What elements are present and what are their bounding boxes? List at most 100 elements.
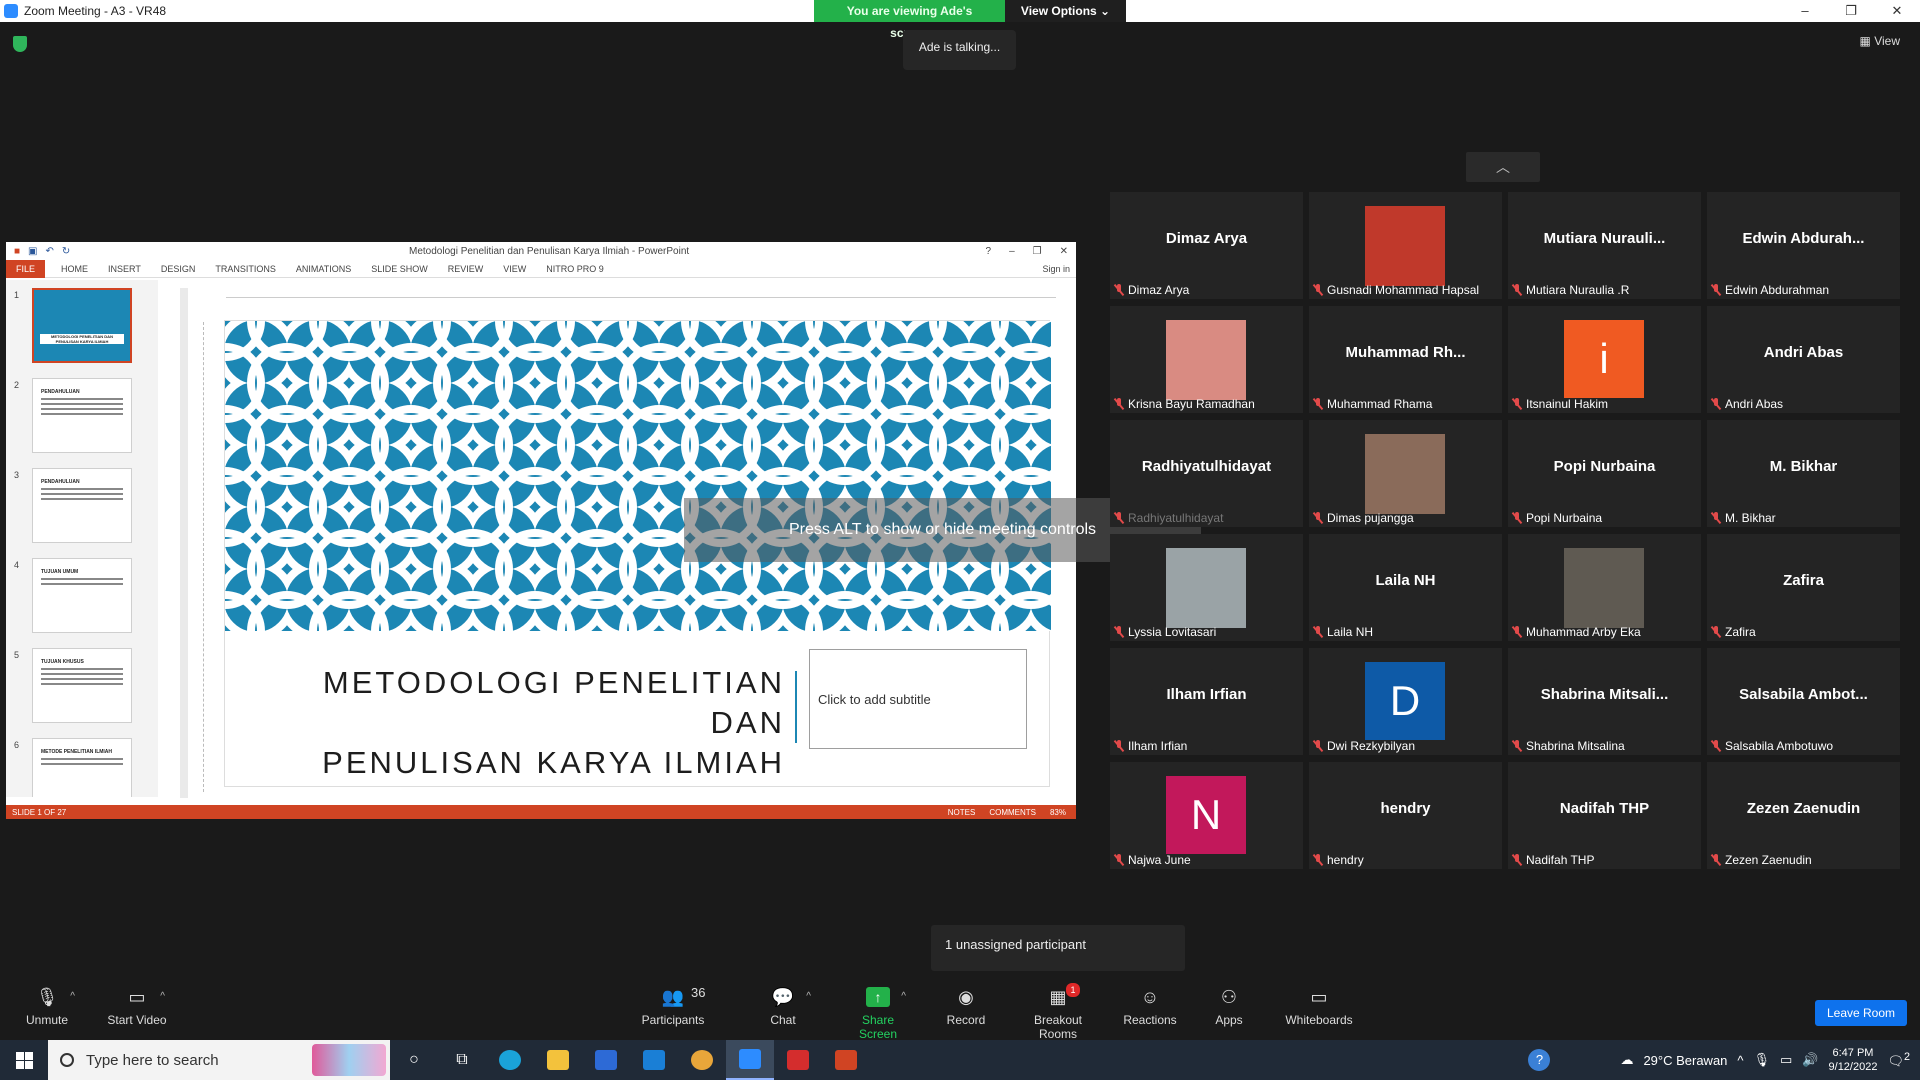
muted-microphone-icon	[1711, 854, 1721, 866]
help-icon[interactable]: ?	[1528, 1049, 1551, 1071]
notification-icon[interactable]: 🗨2	[1887, 1051, 1910, 1069]
participant-tile[interactable]: Ilham Irfian Ilham Irfian	[1110, 648, 1303, 755]
network-icon[interactable]: ▭	[1780, 1052, 1792, 1068]
security-shield-icon[interactable]	[13, 36, 27, 52]
participant-tile[interactable]: Lyssia Lovitasari	[1110, 534, 1303, 641]
participant-tile[interactable]: Andri Abas Andri Abas	[1707, 306, 1900, 413]
task-view-icon[interactable]: ⧉	[438, 1040, 486, 1080]
participant-name-label: Andri Abas	[1711, 397, 1783, 411]
apps-button[interactable]: ⚇ Apps	[1214, 987, 1244, 1027]
muted-microphone-icon	[1313, 854, 1323, 866]
start-video-button[interactable]: ▭ ^ Start Video	[106, 987, 168, 1027]
minimize-button[interactable]: –	[1782, 0, 1828, 22]
chat-button[interactable]: 💬 ^ Chat	[768, 987, 811, 1027]
ppt-window-title: Metodologi Penelitian dan Penulisan Kary…	[409, 245, 690, 257]
participant-tile[interactable]: Dimaz Arya Dimaz Arya	[1110, 192, 1303, 299]
thumbnail-number: 1	[14, 290, 20, 300]
collapse-gallery-button[interactable]: ︿	[1466, 152, 1540, 182]
participant-tile[interactable]: Edwin Abdurah... Edwin Abdurahman	[1707, 192, 1900, 299]
participant-tile[interactable]: Mutiara Nurauli... Mutiara Nuraulia .R	[1508, 192, 1701, 299]
participant-name: Itsnainul Hakim	[1526, 397, 1609, 411]
edge-icon[interactable]	[486, 1040, 534, 1080]
participant-name: Zezen Zaenudin	[1725, 853, 1812, 867]
close-button[interactable]: ✕	[1874, 0, 1920, 22]
volume-icon[interactable]: 🔊	[1802, 1052, 1818, 1068]
participant-tile[interactable]: Zafira Zafira	[1707, 534, 1900, 641]
participant-name-label: Ilham Irfian	[1114, 739, 1187, 753]
weather-icon: ☁	[1620, 1052, 1634, 1067]
record-button[interactable]: ◉ Record	[946, 987, 986, 1027]
participant-name-label: Lyssia Lovitasari	[1114, 625, 1216, 639]
participant-tile[interactable]: N Najwa June	[1110, 762, 1303, 869]
reactions-button[interactable]: ☺ Reactions	[1122, 987, 1178, 1027]
participant-name: Najwa June	[1128, 853, 1191, 867]
participant-tile[interactable]: Muhammad Arby Eka	[1508, 534, 1701, 641]
thumbnail-heading: TUJUAN UMUM	[41, 569, 79, 575]
participant-display-name: Zezen Zaenudin	[1746, 800, 1861, 817]
participant-display-name: Nadifah THP	[1559, 800, 1650, 817]
thumbnail-heading: METODOLOGI PENELITIAN DAN PENULISAN KARY…	[40, 334, 124, 344]
microsoft-store-icon[interactable]	[582, 1040, 630, 1080]
powerpoint-icon[interactable]	[822, 1040, 870, 1080]
participant-tile[interactable]: Radhiyatulhidayat Radhiyatulhidayat	[1110, 420, 1303, 527]
participant-name: Salsabila Ambotuwo	[1725, 739, 1834, 753]
participant-tile[interactable]: Gusnadi Mohammad Hapsal	[1309, 192, 1502, 299]
view-options-button[interactable]: View Options ⌄	[1005, 0, 1126, 22]
acrobat-icon[interactable]	[774, 1040, 822, 1080]
cortana-icon[interactable]: ○	[390, 1040, 438, 1080]
file-explorer-icon[interactable]	[534, 1040, 582, 1080]
participant-tile[interactable]: Muhammad Rh... Muhammad Rhama	[1309, 306, 1502, 413]
thumbnail-scrollbar	[180, 288, 188, 798]
participant-display-name: Mutiara Nurauli...	[1543, 230, 1666, 247]
participant-tile[interactable]: Zezen Zaenudin Zezen Zaenudin	[1707, 762, 1900, 869]
participant-tile[interactable]: hendry hendry	[1309, 762, 1502, 869]
breakout-rooms-button[interactable]: ▦ 1 Breakout Rooms	[1014, 983, 1102, 1041]
whiteboards-button[interactable]: ▭ Whiteboards	[1283, 987, 1355, 1027]
unassigned-participant-toast[interactable]: 1 unassigned participant	[931, 925, 1185, 971]
window-controls: – ❐ ✕	[1782, 0, 1920, 22]
ppt-status-bar: SLIDE 1 OF 27 NOTES COMMENTS 83%	[6, 805, 1076, 819]
participant-tile[interactable]: Krisna Bayu Ramadhan	[1110, 306, 1303, 413]
participant-tile[interactable]: D Dwi Rezkybilyan	[1309, 648, 1502, 755]
participant-name-label: Najwa June	[1114, 853, 1191, 867]
viewing-banner: You are viewing Ade's screen View Option…	[814, 0, 1126, 40]
unmute-button[interactable]: 🎙 ^ Unmute	[22, 987, 75, 1027]
redo-icon: ↻	[61, 245, 71, 257]
ppt-tab-home: HOME	[61, 263, 89, 274]
notification-count: 2	[1903, 1050, 1910, 1063]
weather-text[interactable]: 29°C Berawan	[1643, 1053, 1727, 1068]
window-title: Zoom Meeting - A3 - VR48	[24, 4, 167, 18]
help-icon: ?	[985, 245, 992, 257]
participant-tile[interactable]: Popi Nurbaina Popi Nurbaina	[1508, 420, 1701, 527]
windows-start-icon[interactable]	[0, 1040, 48, 1080]
circle-pattern-svg	[225, 321, 1051, 631]
view-button[interactable]: ▦ View	[1860, 34, 1900, 48]
zoom-taskbar-icon[interactable]	[726, 1040, 774, 1080]
mail-icon[interactable]	[630, 1040, 678, 1080]
participant-name-label: Dwi Rezkybilyan	[1313, 739, 1415, 753]
leave-room-button[interactable]: Leave Room	[1815, 1000, 1907, 1026]
chrome-icon[interactable]	[678, 1040, 726, 1080]
share-screen-button[interactable]: ↑ ^ Share Screen	[843, 987, 913, 1041]
participants-icon: 👥 36	[661, 985, 706, 1007]
ppt-app-icon: ■	[14, 245, 21, 257]
participants-button[interactable]: 👥 36 Participants	[640, 985, 706, 1027]
participant-name: Radhiyatulhidayat	[1128, 511, 1224, 525]
participant-tile[interactable]: Nadifah THP Nadifah THP	[1508, 762, 1701, 869]
whiteboard-icon: ▭	[1310, 987, 1328, 1007]
microphone-muted-icon: 🎙 ^	[35, 987, 75, 1007]
participant-tile[interactable]: Shabrina Mitsali... Shabrina Mitsalina	[1508, 648, 1701, 755]
taskbar-clock[interactable]: 6:47 PM 9/12/2022	[1829, 1046, 1878, 1074]
participant-tile[interactable]: Dimas pujangga	[1309, 420, 1502, 527]
participant-tile[interactable]: Salsabila Ambot... Salsabila Ambotuwo	[1707, 648, 1900, 755]
participant-tile[interactable]: Laila NH Laila NH	[1309, 534, 1502, 641]
participant-tile[interactable]: M. Bikhar M. Bikhar	[1707, 420, 1900, 527]
taskbar-search-box[interactable]: Type here to search	[48, 1040, 390, 1080]
participant-tile[interactable]: i Itsnainul Hakim	[1508, 306, 1701, 413]
muted-microphone-icon	[1114, 626, 1124, 638]
participant-name-label: Krisna Bayu Ramadhan	[1114, 397, 1255, 411]
participant-avatar: N	[1166, 776, 1246, 854]
maximize-button[interactable]: ❐	[1828, 0, 1874, 22]
tray-chevron-icon[interactable]: ^	[1737, 1053, 1743, 1068]
slide-title-line2: PENULISAN KARYA ILMIAH	[322, 745, 785, 780]
